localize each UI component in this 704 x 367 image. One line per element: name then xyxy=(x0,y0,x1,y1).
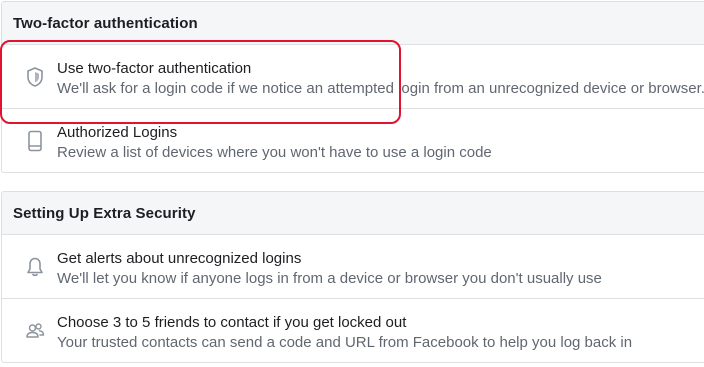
extra-security-section: Setting Up Extra Security Get alerts abo… xyxy=(1,191,704,363)
authorized-logins-description: Review a list of devices where you won't… xyxy=(57,144,492,161)
trusted-contacts-description: Your trusted contacts can send a code an… xyxy=(57,334,633,351)
phone-icon xyxy=(25,130,45,152)
security-settings-page: Two-factor authentication Use two-factor… xyxy=(0,0,704,367)
login-alerts-title: Get alerts about unrecognized logins xyxy=(57,250,302,267)
shield-icon xyxy=(25,66,45,88)
authorized-logins-title: Authorized Logins xyxy=(57,124,178,141)
use-two-factor-row[interactable]: Use two-factor authentication We'll ask … xyxy=(2,45,704,109)
two-factor-section: Two-factor authentication Use two-factor… xyxy=(1,1,704,173)
friends-icon xyxy=(25,320,45,342)
login-alerts-description: We'll let you know if anyone logs in fro… xyxy=(57,270,602,287)
login-alerts-row[interactable]: Get alerts about unrecognized logins We'… xyxy=(2,235,704,299)
trusted-contacts-row[interactable]: Choose 3 to 5 friends to contact if you … xyxy=(2,299,704,362)
trusted-contacts-title: Choose 3 to 5 friends to contact if you … xyxy=(57,314,407,331)
two-factor-section-header: Two-factor authentication xyxy=(2,2,704,45)
extra-security-section-header: Setting Up Extra Security xyxy=(2,192,704,235)
use-two-factor-description: We'll ask for a login code if we notice … xyxy=(57,80,704,97)
use-two-factor-title: Use two-factor authentication xyxy=(57,60,252,77)
bell-icon xyxy=(25,256,45,278)
authorized-logins-row[interactable]: Authorized Logins Review a list of devic… xyxy=(2,109,704,172)
